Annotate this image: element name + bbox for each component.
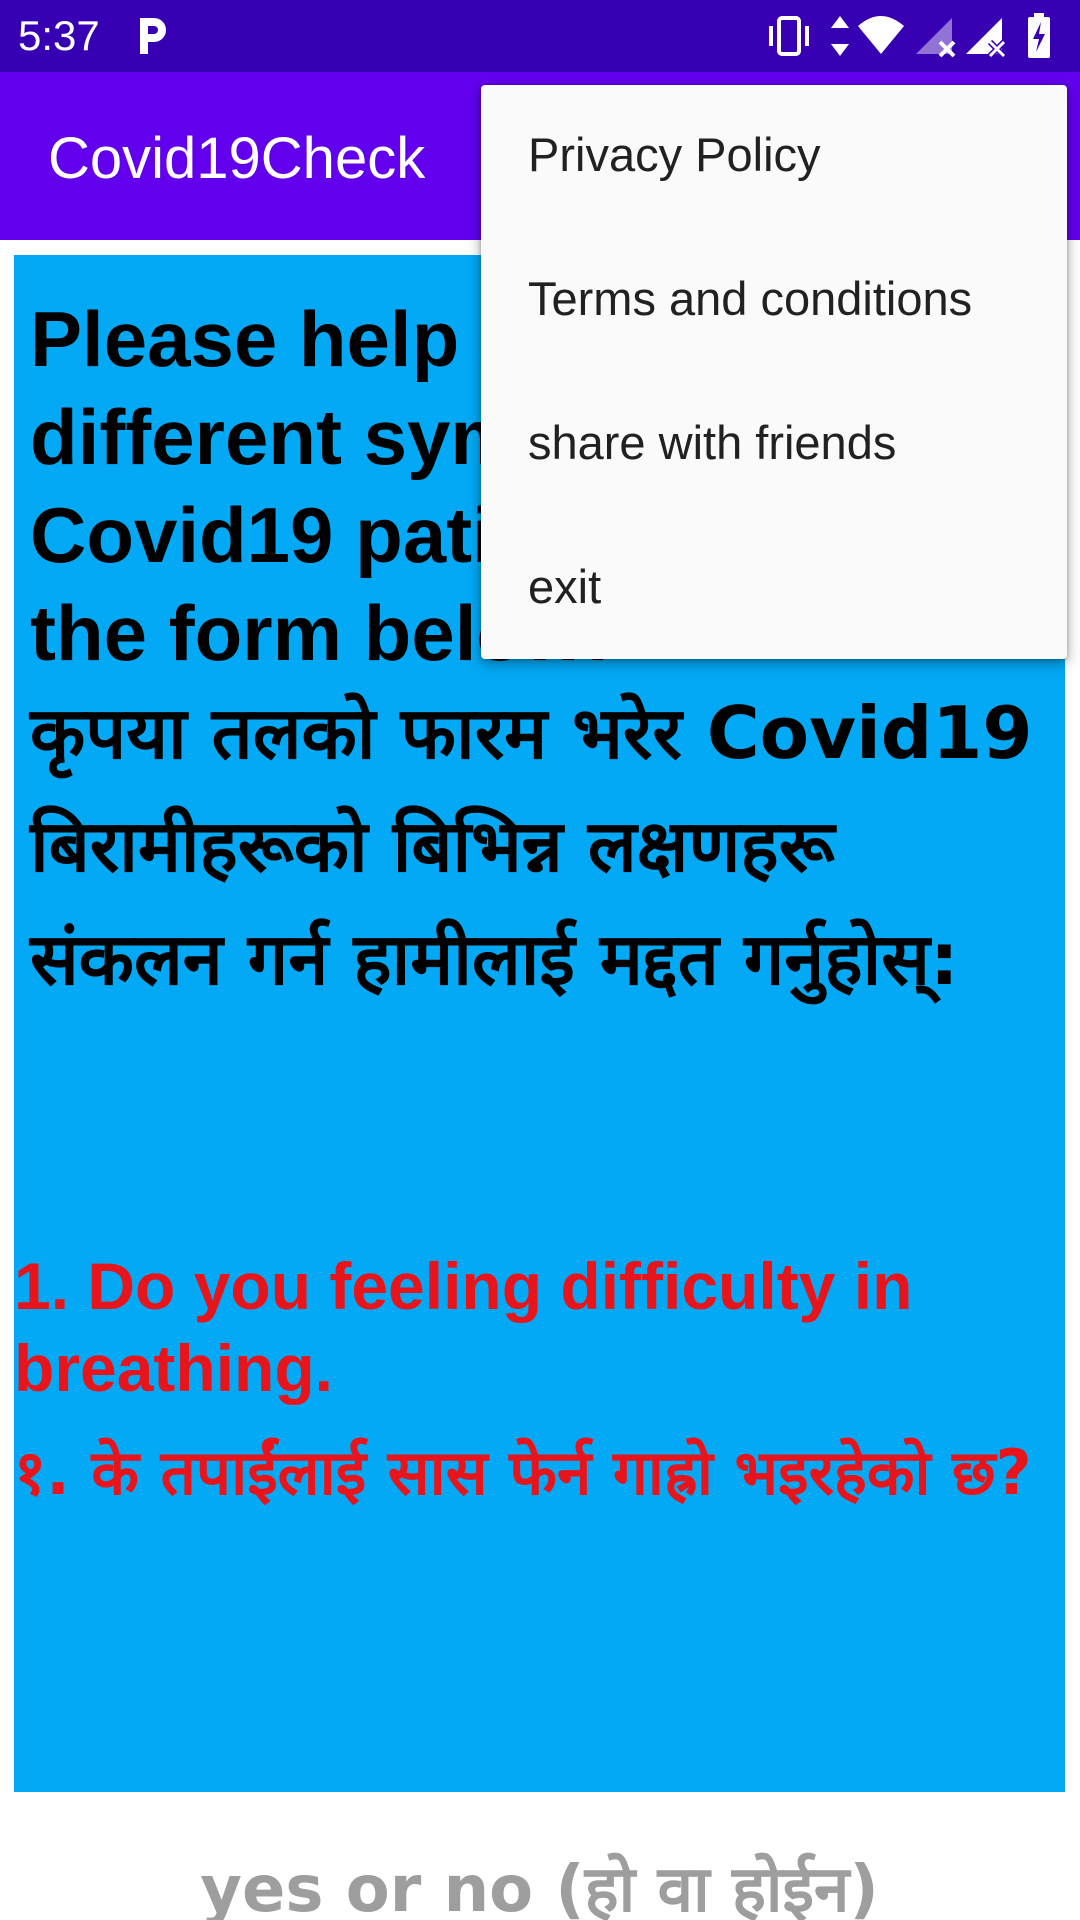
menu-item-label: Terms and conditions	[528, 272, 973, 325]
overflow-menu: Privacy Policy Terms and conditions shar…	[481, 85, 1067, 659]
screen: 5:37 Covid19Check Please help different …	[0, 0, 1080, 1920]
status-icons	[764, 12, 1064, 60]
signal-x-icon-2	[966, 18, 1007, 59]
wifi-icon	[858, 16, 904, 54]
answer-field[interactable]: yes or no (हो वा होईन)	[14, 1792, 1065, 1920]
answer-label: yes or no (हो वा होईन)	[200, 1853, 879, 1920]
signal-x-icon	[916, 18, 956, 58]
menu-item-label: share with friends	[528, 416, 897, 469]
data-arrows-icon	[831, 16, 849, 56]
menu-item-terms-and-conditions[interactable]: Terms and conditions	[481, 229, 1067, 373]
status-bar: 5:37	[0, 0, 1080, 72]
question-text-nepali: १. के तपाईंलाई सास फेर्न गाह्रो भइरहेको …	[14, 1436, 1032, 1509]
status-time: 5:37	[18, 12, 100, 59]
menu-item-exit[interactable]: exit	[481, 517, 1067, 661]
menu-item-label: Privacy Policy	[528, 128, 821, 181]
vibrate-icon	[769, 16, 809, 56]
intro-text-nepali: कृपया तलको फारम भरेर Covid19 बिरामीहरूको…	[30, 691, 1033, 1001]
menu-item-label: exit	[528, 560, 602, 613]
menu-item-share-with-friends[interactable]: share with friends	[481, 373, 1067, 517]
battery-charging-icon	[1028, 13, 1050, 58]
question-text-english: 1. Do you feeling difficulty in breathin…	[14, 1249, 913, 1405]
menu-item-privacy-policy[interactable]: Privacy Policy	[481, 85, 1067, 229]
app-title: Covid19Check	[48, 126, 426, 191]
parking-icon	[140, 18, 166, 54]
